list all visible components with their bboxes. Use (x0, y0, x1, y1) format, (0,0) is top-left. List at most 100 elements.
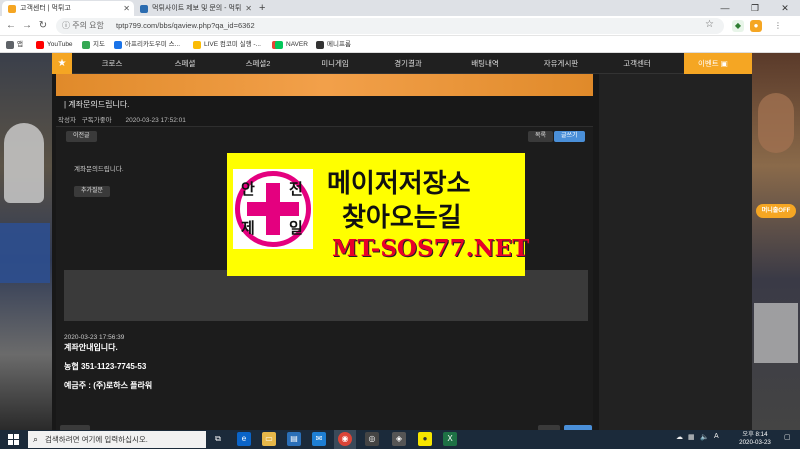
bookmark-label: 지도 (93, 41, 105, 48)
post-title: | 계좌문의드립니다. (64, 100, 130, 109)
reply-textarea[interactable] (64, 270, 588, 321)
bookmark-label: 앱 (17, 41, 23, 48)
logo-char: 제 (241, 219, 255, 237)
excel-icon[interactable]: X (443, 432, 457, 446)
notification-icon[interactable]: ▢ (784, 433, 791, 441)
bookmark-naver[interactable]: NAVER (275, 38, 308, 51)
right-side-banner (752, 53, 800, 430)
security-warning-text: 주의 요함 (72, 21, 104, 30)
bookmark-label: LIVE 컴코미 실행 -... (204, 41, 261, 48)
extension-icon[interactable]: ◆ (732, 20, 744, 32)
live-icon (193, 41, 201, 49)
clock-time: 오후 8:14 (742, 431, 768, 438)
post-date: 2020-03-23 17:52:01 (125, 117, 186, 124)
right-sidebar (599, 74, 752, 430)
network-icon[interactable]: ▦ (688, 433, 695, 441)
edge-icon[interactable]: e (237, 432, 251, 446)
cloud-icon[interactable]: ☁ (676, 433, 683, 441)
bookmark-label: YouTube (47, 41, 73, 48)
globe-icon (114, 41, 122, 49)
minimize-button[interactable]: — (710, 0, 740, 16)
tab-report-inquiry[interactable]: 먹튀사이트 제보 및 문의 - 먹튀 ✕ (134, 1, 256, 16)
menu-item-free-board[interactable]: 자유게시판 (521, 53, 601, 74)
author-label: 작성자 (58, 117, 76, 124)
app-icon[interactable]: ◈ (392, 432, 406, 446)
menu-dots-icon[interactable]: ⋮ (772, 20, 784, 32)
bookmark-maps[interactable]: 지도 (82, 38, 105, 51)
list-button[interactable]: 목록 (528, 131, 554, 142)
left-side-banner (0, 53, 52, 430)
profile-avatar[interactable]: ● (750, 20, 762, 32)
menu-item-special2[interactable]: 스페셜2 (218, 53, 298, 74)
bookmark-youtube[interactable]: YouTube (36, 38, 73, 51)
safety-logo: 안 전 제 일 (233, 169, 313, 249)
prev-post-button[interactable]: 이전글 (66, 131, 97, 142)
menu-item-customer-center[interactable]: 고객센터 (597, 53, 677, 74)
file-explorer-icon[interactable]: ▭ (262, 432, 276, 446)
tab-title: 먹튀사이트 제보 및 문의 - 먹튀 (152, 5, 242, 12)
header-banner (56, 74, 593, 96)
menu-item-bet-history[interactable]: 배팅내역 (445, 53, 525, 74)
maps-icon (82, 41, 90, 49)
ad-banner[interactable]: 안 전 제 일 메이저저장소 찾아오는길 MT-SOS77.NET (227, 153, 529, 276)
followup-question-button[interactable]: 추가질문 (74, 186, 111, 197)
write-button[interactable]: 글쓰기 (554, 131, 585, 142)
search-icon: ⌕ (33, 434, 39, 444)
address-bar[interactable]: ⓘ 주의 요함 tptp799.com/bbs/qaview.php?qa_id… (56, 18, 724, 34)
menu-item-minigame[interactable]: 미니게임 (295, 53, 375, 74)
site-favicon-icon (8, 5, 16, 13)
app-icon[interactable]: ◎ (365, 432, 379, 446)
volume-icon[interactable]: 🔈 (700, 433, 709, 441)
bookmark-live[interactable]: LIVE 컴코미 실행 -... (193, 38, 261, 51)
maximize-button[interactable]: ❐ (740, 0, 770, 16)
reload-icon[interactable]: ↻ (36, 19, 50, 33)
bookmark-afreeca[interactable]: 아프리카도우미 스... (114, 38, 180, 51)
ad-subheadline: 찾아오는길 (342, 203, 462, 233)
menu-item-special[interactable]: 스페셜 (145, 53, 225, 74)
taskbar-search[interactable]: ⌕ 검색하려면 여기에 입력하십시오. (28, 431, 206, 448)
menu-item-results[interactable]: 경기결과 (368, 53, 448, 74)
forward-arrow-icon[interactable]: → (20, 19, 34, 33)
address-toolbar: ← → ↻ ⓘ 주의 요함 tptp799.com/bbs/qaview.php… (0, 16, 800, 36)
close-icon[interactable]: ✕ (123, 1, 130, 16)
search-placeholder: 검색하려면 여기에 입력하십시오. (45, 435, 148, 444)
ad-headline: 메이저저장소 (327, 169, 471, 199)
answer-line: 계좌안내입니다. (64, 343, 118, 352)
bookmark-star-icon[interactable]: ☆ (705, 19, 714, 30)
cross-icon (247, 202, 299, 216)
player-image (0, 223, 50, 283)
url-text[interactable]: tptp799.com/bbs/qaview.php?qa_id=6362 (116, 20, 255, 32)
event-label: 이벤트 (698, 59, 719, 68)
mail-icon[interactable]: ✉ (312, 432, 326, 446)
bookmarks-bar: 앱 YouTube 지도 아프리카도우미 스... LIVE 컴코미 실행 -.… (0, 36, 800, 53)
kakaotalk-icon[interactable]: ● (418, 432, 432, 446)
player-image (754, 303, 798, 363)
task-view-icon[interactable]: ⧉ (211, 432, 225, 446)
system-clock[interactable]: 오후 8:14 2020-03-23 (732, 431, 778, 447)
bookmark-manifrom[interactable]: 메니프롬 (316, 38, 351, 51)
ime-icon[interactable]: A (714, 433, 719, 440)
shield-icon (140, 5, 148, 13)
back-arrow-icon[interactable]: ← (4, 19, 18, 33)
ad-url[interactable]: MT-SOS77.NET (332, 235, 529, 262)
gift-icon: ▣ (720, 59, 728, 68)
warning-info-icon[interactable]: ⓘ 주의 요함 (62, 20, 104, 32)
window-close-button[interactable]: ✕ (770, 0, 800, 16)
answer-date: 2020-03-23 17:56:39 (64, 334, 125, 341)
new-tab-button[interactable]: + (259, 1, 265, 15)
close-icon[interactable]: ✕ (245, 1, 252, 16)
menu-item-cross[interactable]: 크로스 (72, 53, 152, 74)
menu-item-event[interactable]: 이벤트 ▣ (684, 53, 752, 74)
chrome-icon[interactable]: ◉ (338, 432, 352, 446)
bookmark-apps[interactable]: 앱 (6, 38, 23, 51)
windows-start-icon[interactable] (8, 434, 19, 445)
tab-customer-center[interactable]: 고객센터 | 먹튀고 ✕ (2, 1, 134, 16)
logo-char: 안 (241, 180, 255, 198)
home-star-icon[interactable]: ★ (52, 53, 72, 74)
apps-grid-icon (6, 41, 14, 49)
answer-line: 농협 351-1123-7745-53 (64, 362, 147, 371)
store-icon[interactable]: ▤ (287, 432, 301, 446)
bookmark-label: NAVER (286, 41, 308, 48)
side-toggle-button[interactable]: 머니출OFF (756, 204, 796, 218)
bookmark-label: 아프리카도우미 스... (125, 41, 181, 48)
